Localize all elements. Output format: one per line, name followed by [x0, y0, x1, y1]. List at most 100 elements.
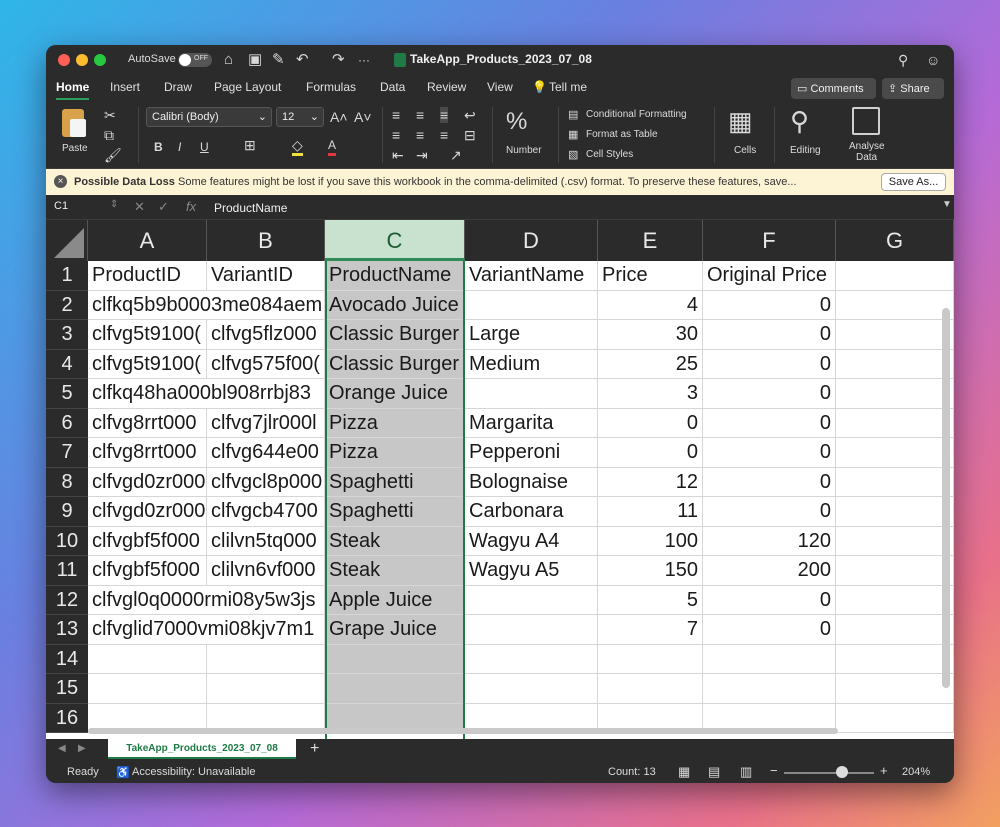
- tab-page-layout[interactable]: Page Layout: [214, 80, 281, 94]
- close-window-button[interactable]: [58, 54, 70, 66]
- cell-a9[interactable]: clfvgd0zr000: [88, 497, 207, 527]
- redo-icon[interactable]: ↷: [332, 51, 345, 69]
- cell-e1[interactable]: Price: [598, 261, 703, 291]
- underline-icon[interactable]: U: [200, 139, 209, 155]
- cell-g6[interactable]: [836, 408, 954, 438]
- cell-c1[interactable]: ProductName: [325, 261, 465, 291]
- cell-f5[interactable]: 0: [703, 379, 836, 409]
- row-header[interactable]: 13: [46, 615, 88, 645]
- cell-f14[interactable]: [703, 644, 836, 674]
- align-middle-icon[interactable]: ≡: [416, 107, 424, 123]
- cell-a7[interactable]: clfvg8rrt000: [88, 438, 207, 468]
- cell-e6[interactable]: 0: [598, 408, 703, 438]
- cells-button[interactable]: ▦ Cells: [724, 105, 768, 163]
- cell-b6[interactable]: clfvg7jlr000l: [207, 408, 325, 438]
- minimize-window-button[interactable]: [76, 54, 88, 66]
- page-break-view-icon[interactable]: ▥: [740, 764, 752, 780]
- bold-icon[interactable]: B: [154, 139, 163, 155]
- next-sheet-icon[interactable]: ▶: [78, 743, 86, 754]
- borders-icon[interactable]: ⊞: [244, 137, 256, 153]
- cell-a3[interactable]: clfvg5t9100(: [88, 320, 207, 350]
- cell-d1[interactable]: VariantName: [465, 261, 598, 291]
- column-header-a[interactable]: A: [88, 220, 207, 261]
- cell-a14[interactable]: [88, 644, 207, 674]
- normal-view-icon[interactable]: ▦: [678, 764, 690, 780]
- cell-b8[interactable]: clfvgcl8p000: [207, 467, 325, 497]
- cell-c5[interactable]: Orange Juice: [325, 379, 465, 409]
- cell-a6[interactable]: clfvg8rrt000: [88, 408, 207, 438]
- tab-home[interactable]: Home: [56, 80, 89, 94]
- cell-a2[interactable]: clfkq5b9b0003me084aem: [88, 290, 325, 320]
- formula-input[interactable]: ProductName: [206, 198, 941, 217]
- accessibility-status[interactable]: Accessibility: Unavailable: [132, 766, 256, 778]
- cell-e13[interactable]: 7: [598, 615, 703, 645]
- cell-g12[interactable]: [836, 585, 954, 615]
- font-name-select[interactable]: Calibri (Body) ⌄: [146, 107, 272, 127]
- cell-f1[interactable]: Original Price: [703, 261, 836, 291]
- cancel-icon[interactable]: ✕: [134, 199, 145, 215]
- cell-d14[interactable]: [465, 644, 598, 674]
- cell-a11[interactable]: clfvgbf5f000: [88, 556, 207, 586]
- cell-f8[interactable]: 0: [703, 467, 836, 497]
- cell-e14[interactable]: [598, 644, 703, 674]
- sheet-tab[interactable]: TakeApp_Products_2023_07_08: [108, 739, 296, 759]
- cell-a15[interactable]: [88, 674, 207, 704]
- close-infobar-icon[interactable]: ×: [54, 175, 67, 188]
- cell-c14[interactable]: [325, 644, 465, 674]
- tab-view[interactable]: View: [487, 80, 513, 94]
- cell-a5[interactable]: clfkq48ha000bl908rrbj83: [88, 379, 325, 409]
- paste-button[interactable]: Paste: [58, 107, 94, 161]
- zoom-level[interactable]: 204%: [902, 766, 930, 778]
- cell-c15[interactable]: [325, 674, 465, 704]
- search-icon[interactable]: ⚲: [898, 51, 908, 69]
- cell-d5[interactable]: [465, 379, 598, 409]
- cell-e12[interactable]: 5: [598, 585, 703, 615]
- select-all-button[interactable]: [46, 220, 88, 261]
- cell-g5[interactable]: [836, 379, 954, 409]
- row-header[interactable]: 10: [46, 526, 88, 556]
- column-header-f[interactable]: F: [703, 220, 836, 261]
- row-header[interactable]: 15: [46, 674, 88, 704]
- decrease-font-icon[interactable]: A˅: [354, 109, 372, 125]
- font-size-select[interactable]: 12 ⌄: [276, 107, 324, 127]
- cell-g11[interactable]: [836, 556, 954, 586]
- cell-e3[interactable]: 30: [598, 320, 703, 350]
- editing-button[interactable]: ⚲ Editing: [784, 105, 832, 163]
- cell-c9[interactable]: Spaghetti: [325, 497, 465, 527]
- orientation-icon[interactable]: ↗: [450, 147, 462, 163]
- cell-g7[interactable]: [836, 438, 954, 468]
- increase-font-icon[interactable]: A˄: [330, 109, 348, 125]
- cell-d13[interactable]: [465, 615, 598, 645]
- cell-e7[interactable]: 0: [598, 438, 703, 468]
- cell-f7[interactable]: 0: [703, 438, 836, 468]
- cell-f15[interactable]: [703, 674, 836, 704]
- cell-a10[interactable]: clfvgbf5f000: [88, 526, 207, 556]
- column-header-e[interactable]: E: [598, 220, 703, 261]
- cell-b3[interactable]: clfvg5flz000: [207, 320, 325, 350]
- cell-d11[interactable]: Wagyu A5: [465, 556, 598, 586]
- copy-icon[interactable]: ⧉: [104, 127, 114, 143]
- cell-d12[interactable]: [465, 585, 598, 615]
- cell-e15[interactable]: [598, 674, 703, 704]
- increase-indent-icon[interactable]: ⇥: [416, 147, 428, 163]
- cell-c12[interactable]: Apple Juice: [325, 585, 465, 615]
- format-as-table-button[interactable]: ▦ Format as Table: [568, 127, 678, 143]
- cell-e10[interactable]: 100: [598, 526, 703, 556]
- cell-a8[interactable]: clfvgd0zr000: [88, 467, 207, 497]
- tab-data[interactable]: Data: [380, 80, 405, 94]
- number-format-button[interactable]: % Number: [502, 105, 552, 163]
- format-painter-icon[interactable]: 🖌: [104, 147, 122, 163]
- italic-icon[interactable]: I: [178, 139, 181, 155]
- fill-color-icon[interactable]: ◇: [292, 137, 303, 156]
- tab-review[interactable]: Review: [427, 80, 466, 94]
- cell-d15[interactable]: [465, 674, 598, 704]
- name-box-stepper-icon[interactable]: ⇕: [110, 199, 118, 210]
- cell-d3[interactable]: Large: [465, 320, 598, 350]
- cell-f6[interactable]: 0: [703, 408, 836, 438]
- cell-b7[interactable]: clfvg644e00: [207, 438, 325, 468]
- align-left-icon[interactable]: ≡: [392, 127, 400, 143]
- tab-tell-me[interactable]: Tell me: [549, 80, 587, 94]
- cell-e5[interactable]: 3: [598, 379, 703, 409]
- cell-b1[interactable]: VariantID: [207, 261, 325, 291]
- analyse-data-button[interactable]: Analyse Data: [844, 105, 890, 167]
